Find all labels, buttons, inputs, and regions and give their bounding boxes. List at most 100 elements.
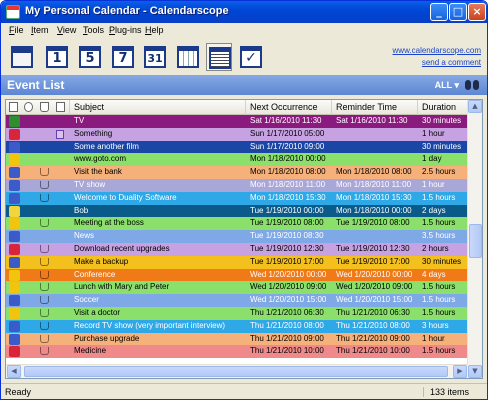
- tool-task-list[interactable]: ✓: [238, 43, 264, 71]
- tool-event-list[interactable]: [206, 43, 232, 71]
- column-header-duration[interactable]: Duration: [418, 100, 468, 115]
- scroll-up-icon[interactable]: ▲: [468, 100, 482, 113]
- duration-cell: 30 minutes: [422, 141, 462, 151]
- filter-dropdown[interactable]: ALL ▾: [435, 80, 459, 91]
- table-row[interactable]: Purchase upgrade Thu 1/21/2010 09:00 Thu 1…: [6, 332, 468, 346]
- subject-cell: Purchase upgrade: [74, 333, 140, 343]
- table-row[interactable]: Visit the bank Mon 1/18/2010 08:00 Mon 1/1…: [6, 166, 468, 179]
- column-header-reminder[interactable]: Reminder Time: [332, 100, 418, 115]
- tool-year-view[interactable]: [175, 43, 201, 71]
- table-row[interactable]: Welcome to Duality Software Mon 1/18/2010…: [6, 191, 468, 205]
- table-row[interactable]: Visit a doctor Thu 1/21/2010 06:30 Thu 1/2…: [6, 307, 468, 320]
- reminder-time-cell: Wed 1/20/2010 15:00: [336, 295, 413, 305]
- chevron-down-icon: ▾: [454, 80, 459, 90]
- filter-label: ALL: [434, 80, 452, 90]
- app-window: My Personal Calendar - Calendarscope _ □…: [0, 0, 488, 400]
- menu-help[interactable]: Help: [145, 25, 164, 35]
- tv-icon: [9, 320, 20, 332]
- table-row[interactable]: Meeting at the boss Tue 1/19/2010 08:00 Tu…: [6, 217, 468, 231]
- table-row[interactable]: Bob Tue 1/19/2010 00:00 Mon 1/18/2010 00:0…: [6, 204, 468, 218]
- horizontal-scrollbar[interactable]: ◀ ▶: [6, 364, 468, 378]
- duration-cell: 1.5 hours: [422, 218, 456, 228]
- reminder-time-cell: Mon 1/18/2010 00:00: [336, 205, 412, 215]
- attachment-icon: [40, 309, 49, 317]
- next-occurrence-cell: Sun 1/17/2010 05:00: [250, 128, 325, 138]
- bulb-icon: [9, 205, 20, 217]
- reminder-time-cell: Wed 1/20/2010 00:00: [336, 269, 413, 279]
- vertical-scrollbar[interactable]: ▲ ▼: [467, 100, 482, 378]
- binoculars-search-icon[interactable]: [465, 80, 479, 90]
- tool-month-view[interactable]: 31: [142, 43, 168, 71]
- table-row[interactable]: Download recent upgrades Tue 1/19/2010 12…: [6, 243, 468, 256]
- duration-cell: 4 days: [422, 269, 446, 279]
- next-occurrence-cell: Thu 1/21/2010 10:00: [250, 346, 324, 356]
- column-header-next[interactable]: Next Occurrence: [246, 100, 332, 115]
- reminder-time-cell: Mon 1/18/2010 08:00: [336, 167, 412, 177]
- menu-tools[interactable]: Tools: [83, 25, 104, 35]
- table-row[interactable]: Something Sun 1/17/2010 05:00 1 hour: [6, 127, 468, 141]
- subject-cell: Medicine: [74, 346, 107, 356]
- type-icon: [9, 102, 18, 112]
- sparkle-icon: [9, 256, 20, 268]
- subject-cell: Visit a doctor: [74, 308, 121, 317]
- duration-cell: 30 minutes: [422, 116, 462, 125]
- menu-view[interactable]: View: [57, 25, 76, 35]
- subject-cell: TV: [74, 116, 85, 125]
- table-row[interactable]: www.goto.com Mon 1/18/2010 00:00 1 day: [6, 153, 468, 167]
- status-bar: Ready 133 items: [1, 383, 487, 399]
- item-count: 133 items: [422, 387, 469, 397]
- recurrence-icon: [24, 102, 33, 112]
- icon-columns-header[interactable]: [6, 100, 70, 115]
- column-header-subject[interactable]: Subject: [70, 100, 246, 115]
- table-row[interactable]: Soccer Wed 1/20/2010 15:00 Wed 1/20/2010 1…: [6, 294, 468, 307]
- scroll-right-icon[interactable]: ▶: [453, 365, 467, 378]
- maximize-button[interactable]: □: [449, 3, 467, 21]
- next-occurrence-cell: Wed 1/20/2010 00:00: [250, 269, 327, 279]
- next-occurrence-cell: Tue 1/19/2010 17:00: [250, 256, 324, 266]
- vertical-scroll-thumb[interactable]: [469, 224, 482, 258]
- menu-bar: File Item View Tools Plug-ins Help: [1, 23, 487, 39]
- event-list-icon: [209, 47, 231, 69]
- horizontal-scroll-thumb[interactable]: [24, 366, 448, 377]
- year-view-icon: [177, 46, 199, 68]
- tool-day-view[interactable]: 1: [44, 43, 70, 71]
- table-row[interactable]: Make a backup Tue 1/19/2010 17:00 Tue 1/19…: [6, 255, 468, 269]
- reminder-time-cell: Sat 1/16/2010 11:30: [336, 116, 408, 125]
- table-row[interactable]: TV show Mon 1/18/2010 11:00 Mon 1/18/2010 …: [6, 179, 468, 192]
- scroll-down-icon[interactable]: ▼: [468, 365, 482, 378]
- table-row[interactable]: Conference Wed 1/20/2010 00:00 Wed 1/20/20…: [6, 268, 468, 282]
- attachment-icon: [40, 245, 49, 253]
- table-row[interactable]: TV Sat 1/16/2010 11:30 Sat 1/16/2010 11:30…: [6, 115, 468, 128]
- table-header: Subject Next Occurrence Reminder Time Du…: [6, 100, 468, 115]
- reminder-time-cell: Thu 1/21/2010 08:00: [336, 320, 410, 330]
- table-row[interactable]: News Tue 1/19/2010 08:30 3.5 hours: [6, 230, 468, 243]
- title-bar[interactable]: My Personal Calendar - Calendarscope _ □…: [1, 1, 487, 23]
- close-button[interactable]: ×: [468, 3, 486, 21]
- table-row[interactable]: Some another film Sun 1/17/2010 09:00 30 m…: [6, 140, 468, 154]
- website-link[interactable]: www.calendarscope.com: [393, 46, 481, 55]
- reminder-time-cell: Thu 1/21/2010 09:00: [336, 333, 410, 343]
- menu-file[interactable]: File: [9, 25, 24, 35]
- table-row[interactable]: Lunch with Mary and Peter Wed 1/20/2010 0…: [6, 281, 468, 295]
- reminder-time-cell: Thu 1/21/2010 06:30: [336, 308, 410, 317]
- clock-icon: [9, 218, 20, 230]
- send-comment-link[interactable]: send a comment: [422, 58, 481, 67]
- menu-item[interactable]: Item: [31, 25, 49, 35]
- month-view-icon: 31: [144, 46, 166, 68]
- duration-cell: 1.5 hours: [422, 346, 456, 356]
- tool-week-view[interactable]: 7: [110, 43, 136, 71]
- minimize-button[interactable]: _: [430, 3, 448, 21]
- duration-cell: 2 hours: [422, 244, 449, 253]
- duration-cell: 1.5 hours: [422, 282, 456, 292]
- next-occurrence-cell: Tue 1/19/2010 08:00: [250, 218, 324, 228]
- reminder-time-cell: Wed 1/20/2010 09:00: [336, 282, 413, 292]
- tool-workweek-view[interactable]: 5: [77, 43, 103, 71]
- duration-cell: 1 hour: [422, 333, 445, 343]
- table-row[interactable]: Record TV show (very important interview…: [6, 319, 468, 333]
- scroll-left-icon[interactable]: ◀: [7, 365, 21, 378]
- subject-cell: Some another film: [74, 141, 139, 151]
- table-row[interactable]: Medicine Thu 1/21/2010 10:00 Thu 1/21/2010…: [6, 345, 468, 359]
- menu-plugins[interactable]: Plug-ins: [109, 25, 142, 35]
- tool-overview[interactable]: [9, 43, 35, 71]
- reminder-time-cell: [332, 230, 418, 243]
